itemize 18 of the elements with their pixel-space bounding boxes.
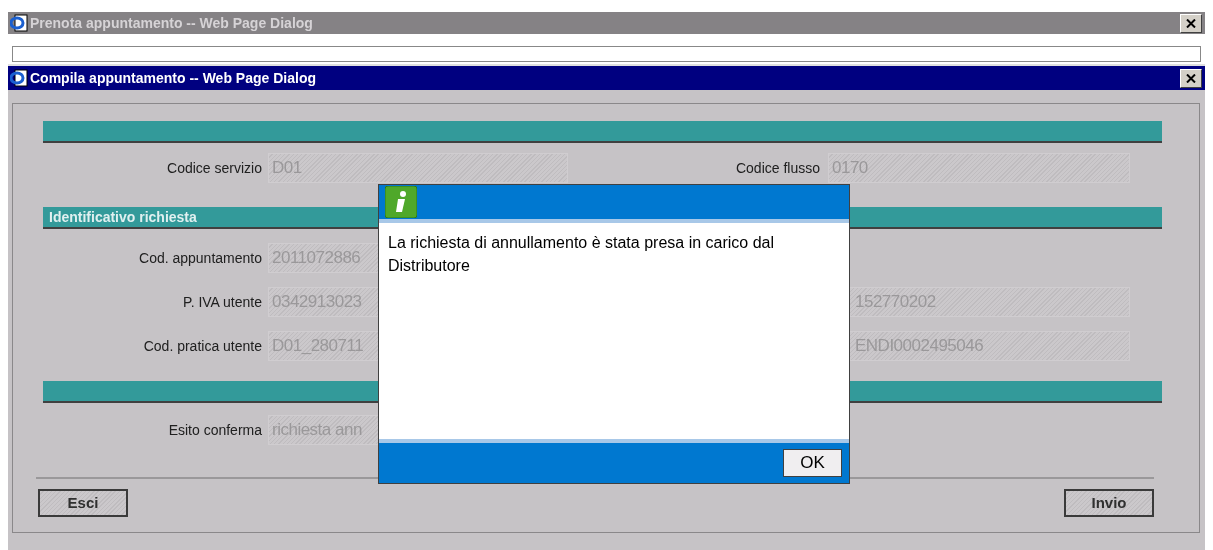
message-text: La richiesta di annullamento è stata presa in carico dal Distributore bbox=[388, 233, 775, 276]
close-icon bbox=[1186, 18, 1196, 28]
field-label: Cod. appuntamento bbox=[139, 248, 262, 268]
field-label: Cod. pratica utente bbox=[143, 336, 262, 356]
form-button[interactable]: Invio bbox=[1064, 489, 1154, 517]
close-button[interactable] bbox=[1180, 68, 1202, 88]
ok-button[interactable]: OK bbox=[783, 449, 842, 477]
close-button[interactable] bbox=[1180, 13, 1202, 33]
browser-icon bbox=[10, 69, 28, 87]
field-label: Esito conferma bbox=[168, 420, 262, 440]
close-icon bbox=[1186, 73, 1196, 83]
field-label: Codice flusso bbox=[735, 158, 820, 178]
field-label: Codice servizio bbox=[167, 158, 262, 178]
form-button[interactable]: Esci bbox=[38, 489, 128, 517]
field-label: P. IVA utente bbox=[183, 292, 262, 312]
browser-icon bbox=[10, 14, 28, 32]
window-title: Prenota appuntamento -- Web Page Dialog bbox=[30, 13, 313, 33]
window-title: Compila appuntamento -- Web Page Dialog bbox=[30, 68, 316, 88]
